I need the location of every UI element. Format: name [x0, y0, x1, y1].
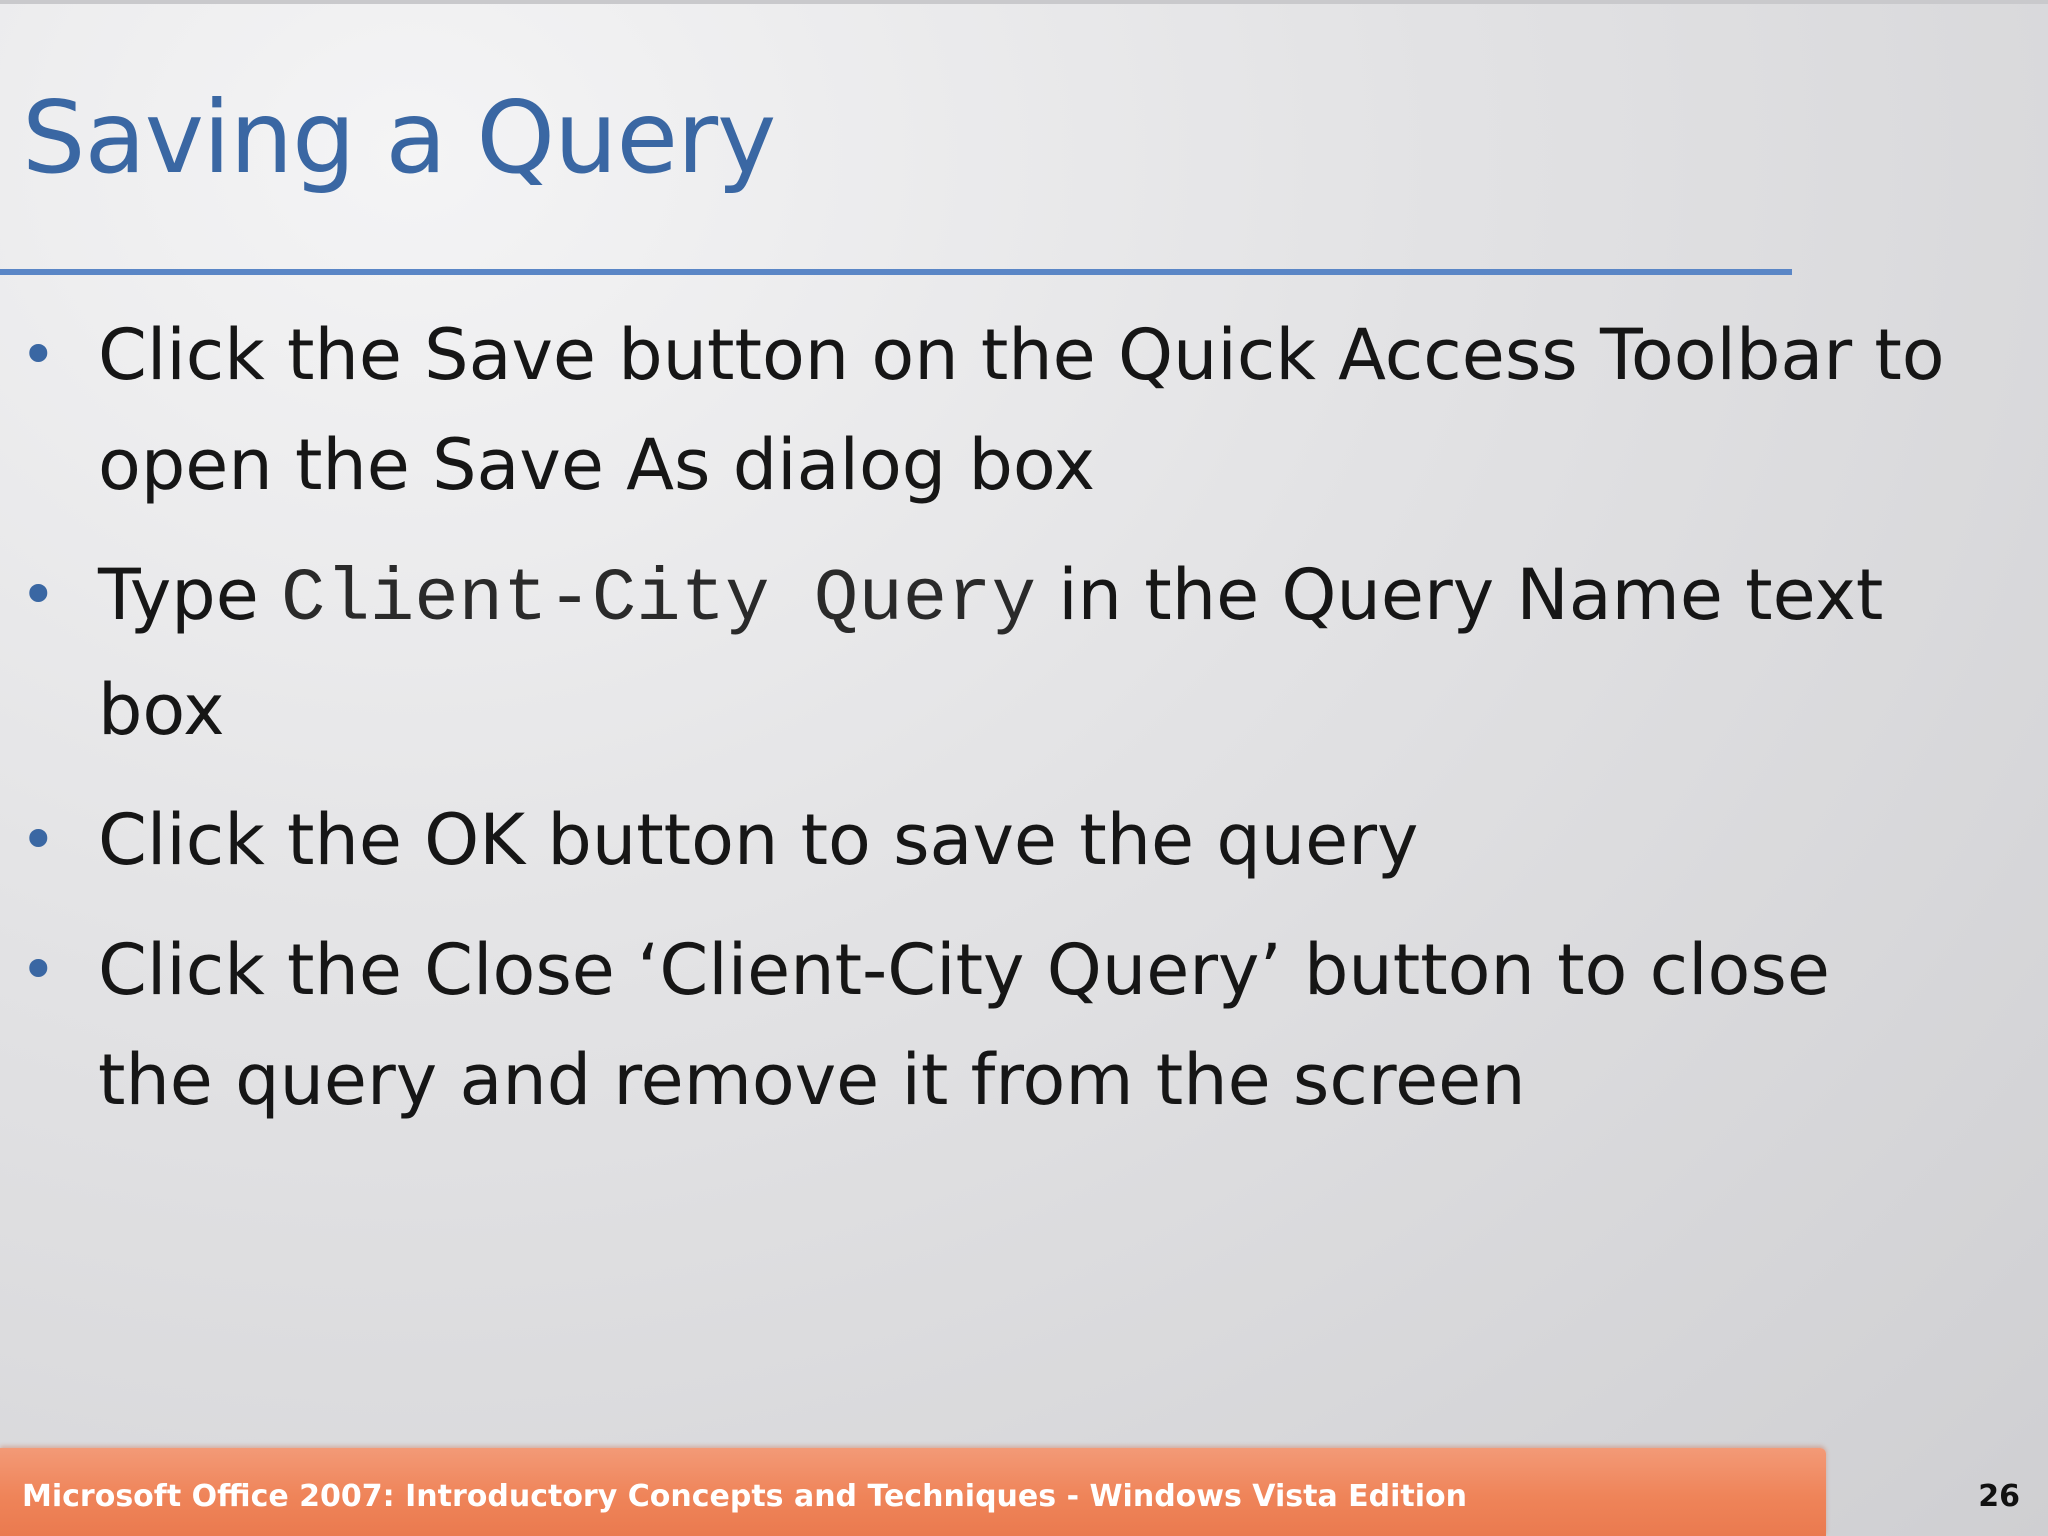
slide-footer: Microsoft Office 2007: Introductory Conc… — [0, 1448, 2048, 1536]
title-underline — [0, 269, 1792, 275]
bullet-item: • Click the OK button to save the query — [0, 785, 1960, 895]
bullet-code-text: Client-City Query — [281, 558, 1036, 642]
bullet-item: • Type Client-City Query in the Query Na… — [0, 540, 1960, 765]
bullet-marker: • — [20, 803, 57, 876]
bullet-item: • Click the Close ‘Client-City Query’ bu… — [0, 915, 1960, 1135]
footer-text: Microsoft Office 2007: Introductory Conc… — [22, 1479, 1467, 1514]
bullet-marker: • — [20, 933, 57, 1006]
bullet-list: • Click the Save button on the Quick Acc… — [0, 300, 1960, 1155]
bullet-marker: • — [20, 558, 57, 631]
footer-bar: Microsoft Office 2007: Introductory Conc… — [0, 1448, 1826, 1536]
bullet-text: Click the OK button to save the query — [98, 799, 1419, 881]
slide-number: 26 — [1978, 1479, 2020, 1514]
bullet-text-prefix: Type — [98, 554, 282, 636]
slide-title: Saving a Query — [22, 79, 776, 196]
bullet-text: Click the Close ‘Client-City Query’ butt… — [98, 929, 1830, 1121]
slide-top-border — [0, 0, 2048, 4]
bullet-marker: • — [20, 318, 57, 391]
bullet-item: • Click the Save button on the Quick Acc… — [0, 300, 1960, 520]
bullet-text: Click the Save button on the Quick Acces… — [98, 314, 1945, 506]
